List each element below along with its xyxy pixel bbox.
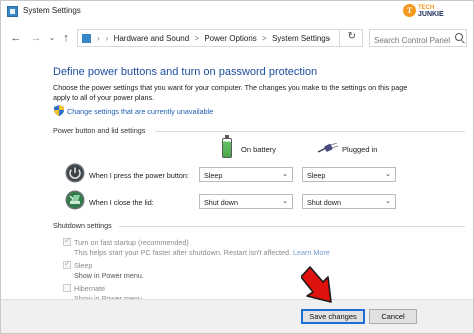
chevron-down-icon[interactable]: ⌄ [325,33,332,42]
select-value: Sleep [204,171,223,180]
fast-startup-checkbox[interactable] [63,236,71,246]
navigation-bar: ← → ⌄ ↑ › › Hardware and Sound > Power Op… [1,25,473,51]
address-divider [339,30,340,46]
red-pointer-arrow-icon [301,266,332,303]
breadcrumb-separator: > [262,34,267,43]
fast-startup-label: Turn on fast startup (recommended) [74,238,189,247]
watermark-logo: T [403,4,416,17]
title-bar: System Settings T TECH JUNKIE [1,1,473,23]
lid-row-label: When I close the lid: [89,198,154,207]
power-button-row-label: When I press the power button: [89,171,189,180]
select-value: Sleep [307,171,326,180]
lid-plugged-in-select[interactable]: Shut down ⌄ [302,194,396,209]
select-value: Shut down [204,198,238,207]
power-button-icon [65,163,85,183]
breadcrumb-separator: > [194,34,200,43]
column-on-battery: On battery [241,145,277,154]
power-button-section-label: Power button and lid settings [53,126,146,135]
page-description: Choose the power settings that you want … [53,83,408,102]
fast-startup-description: This helps start your PC faster after sh… [74,248,291,257]
cancel-button[interactable]: Cancel [369,309,417,324]
section-divider [119,226,465,227]
page-title: Define power buttons and turn on passwor… [53,66,318,78]
watermark-line-2: JUNKIE [418,11,444,18]
chevron-down-icon: ⌄ [385,198,391,205]
breadcrumb-chevron-icon: › [97,34,100,43]
system-settings-window: System Settings T TECH JUNKIE ← → ⌄ ↑ › ›… [0,0,474,334]
control-panel-icon [7,6,18,17]
techjunkie-watermark: T TECH JUNKIE [401,3,465,19]
hibernate-label: Hibernate [74,284,106,293]
power-button-plugged-in-select[interactable]: Sleep ⌄ [302,167,396,182]
uac-shield-icon [54,105,64,116]
hibernate-checkbox[interactable] [63,284,71,292]
section-divider [155,131,465,132]
chevron-down-icon: ⌄ [385,171,391,178]
sleep-checkbox[interactable] [63,259,71,269]
breadcrumb-chevron-icon: › [105,34,109,43]
breadcrumb-system-settings[interactable]: System Settings [272,34,330,43]
arrow-left-icon[interactable]: ← [9,31,23,45]
breadcrumb-power-options[interactable]: Power Options [204,34,256,43]
arrow-right-icon[interactable]: → [29,31,43,45]
footer-bar: Save changes Cancel [1,299,473,333]
breadcrumb: › › Hardware and Sound > Power Options > … [94,34,330,43]
lid-icon [65,190,85,210]
plug-icon [318,143,338,153]
chevron-down-icon: ⌄ [282,171,288,178]
control-panel-icon [82,34,91,43]
learn-more-link[interactable]: Learn More [293,248,330,257]
power-button-on-battery-select[interactable]: Sleep ⌄ [199,167,293,182]
search-input[interactable] [369,29,467,47]
refresh-icon[interactable]: ↻ [348,31,356,42]
address-bar[interactable]: › › Hardware and Sound > Power Options > … [77,29,363,47]
change-settings-link[interactable]: Change settings that are currently unava… [67,107,213,116]
main-content: Define power buttons and turn on passwor… [1,53,473,303]
column-plugged-in: Plugged in [342,145,378,154]
breadcrumb-hardware-and-sound[interactable]: Hardware and Sound [114,34,190,43]
chevron-down-icon[interactable]: ⌄ [45,31,59,45]
arrow-up-icon[interactable]: ↑ [59,31,73,45]
lid-on-battery-select[interactable]: Shut down ⌄ [199,194,293,209]
sleep-description: Show in Power menu. [74,271,144,280]
battery-icon [222,135,232,158]
sleep-label: Sleep [74,261,93,270]
shutdown-section-label: Shutdown settings [53,221,112,230]
select-value: Shut down [307,198,341,207]
search-icon[interactable] [455,33,463,41]
window-title: System Settings [23,6,81,15]
chevron-down-icon: ⌄ [282,198,288,205]
